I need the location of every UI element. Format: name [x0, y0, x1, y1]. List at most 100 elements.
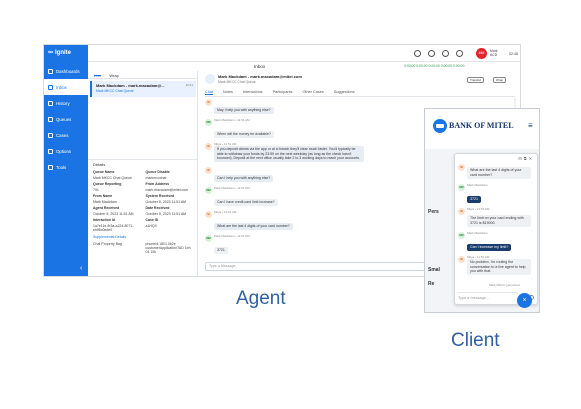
chat-property-row: Chat Property Bag phoneId:1801 0b2e cust… [93, 242, 193, 254]
detail-value: October 5, 2023 11:51 AM [145, 200, 187, 204]
headset-icon[interactable] [428, 50, 435, 57]
chat-message: M What are the last 4 digits of your card… [458, 163, 534, 181]
tab-participants[interactable]: Participants [273, 90, 293, 95]
nav-options[interactable]: Options [44, 143, 88, 159]
brand-name: Ignite [55, 50, 71, 56]
message-text: May I help you with anything else? [214, 107, 274, 114]
detail-value: October 5, 2023 11:51 AM [145, 212, 187, 216]
sender-avatar: M [205, 99, 212, 106]
nav-dashboards[interactable]: Dashboards [44, 63, 88, 79]
close-chat-button[interactable]: × [517, 293, 532, 308]
collapse-sidebar-icon[interactable]: ‹ [80, 265, 82, 272]
detail-value: October 5, 2023 11:51 AM [93, 212, 134, 216]
conversation-name: Mark Mackdam - mark.macadam@... [96, 83, 165, 88]
conversation-time: 12:41 [185, 83, 193, 87]
page-text-fragment: Smal [428, 267, 440, 273]
detail-label: Date Received [145, 206, 170, 210]
detail-label: Queue Reporting [93, 182, 122, 186]
message-text: The limit on your card ending with 3721 … [467, 215, 531, 227]
agent-caption: Agent [236, 288, 286, 309]
message-meta: Mark Mackdam [467, 231, 488, 235]
nav-history[interactable]: History [44, 95, 88, 111]
widget-message-input[interactable]: Type a message... [458, 292, 518, 302]
details-grid: Queue Name Queue Disable Mark MKCC Chat Qu… [93, 170, 193, 232]
message-meta: Mark Mackdam [467, 183, 488, 187]
nav-label: Tools [56, 164, 67, 170]
detail-label: Agent Received [93, 206, 120, 210]
tab-live[interactable]: Live [94, 73, 102, 78]
list-tabs: Live Wrap [88, 71, 197, 79]
message-text: Can I have credit card limit increase? [214, 199, 278, 206]
detail-label: From Address [145, 182, 170, 186]
sender-avatar: M [205, 143, 212, 150]
chat-message-input[interactable]: Type a Message... [205, 262, 425, 271]
tools-icon [48, 164, 53, 170]
top-bar: MM Mark ACD 02:48 [88, 45, 520, 62]
notification-icon[interactable] [442, 50, 449, 57]
detail-label: Queue Name [93, 170, 115, 174]
history-icon [48, 100, 53, 106]
detail-label: Queue Disable [145, 170, 170, 174]
user-status: ACD [490, 53, 498, 57]
customer-avatar [205, 74, 215, 84]
nav-cases[interactable]: Cases [44, 127, 88, 143]
chat-message: M Mitya • 11:51 AM The limit on your card … [458, 207, 534, 229]
nav-tools[interactable]: Tools [44, 159, 88, 175]
bank-header: BANK OF MITEL ≡ [425, 109, 539, 149]
message-text: Can I help you with anything else? [214, 175, 274, 182]
nav-queues[interactable]: Queues [44, 111, 88, 127]
message-text: If you deposit clients via the app or at… [214, 146, 364, 162]
page-text-fragment: Re [428, 281, 435, 287]
tab-wrap[interactable]: Wrap [109, 73, 118, 78]
wrap-button[interactable]: Wrap [493, 77, 507, 83]
message-text: 3721 [467, 196, 481, 203]
inbox-icon [48, 84, 53, 90]
client-window: BANK OF MITEL ≡ Pers Smal Re ⊟⧉✕ M What a… [424, 108, 540, 313]
supplemental-details-link[interactable]: Supplemental Details [93, 235, 193, 239]
detail-value: 1a7e11e-fb3a-a224-8071-ebff5c0ede0 [93, 224, 134, 232]
chat-message: MM Mark Mackdam 3721 [458, 183, 534, 205]
detail-value: Mark Mackdam [93, 200, 117, 204]
sender-avatar: M [205, 211, 212, 218]
user-avatar[interactable]: MM [476, 48, 487, 59]
detail-value: mark.macadam@mitel.com [145, 188, 189, 192]
message-text: What are the last 4 digits of your card … [214, 223, 293, 230]
conversation-queue: Mark MKCC Chat Queue [96, 89, 134, 93]
detail-label: Case ID [145, 218, 159, 222]
detail-value: markmccchat [145, 176, 167, 180]
nav-inbox[interactable]: Inbox [44, 79, 88, 95]
sender-avatar: MM [458, 184, 465, 191]
close-icon[interactable]: ✕ [529, 156, 534, 161]
sender-avatar: MM [458, 232, 465, 239]
brand-logo: ∞ Ignite [48, 49, 71, 56]
nav-label: Inbox [56, 84, 67, 90]
phone-icon[interactable] [456, 50, 463, 57]
tab-interactions[interactable]: Interactions [243, 90, 263, 95]
tab-other-cases[interactable]: Other Cases [302, 90, 323, 95]
tab-chat[interactable]: Chat [205, 90, 214, 95]
tab-notes[interactable]: Notes [223, 90, 233, 95]
nav-label: Dashboards [56, 68, 80, 74]
detail-value: 791 [93, 188, 99, 192]
dashboard-icon [48, 68, 53, 74]
conversation-card[interactable]: Mark Mackdam - mark.macadam@... Mark MKC… [90, 81, 196, 97]
sender-avatar: M [458, 164, 465, 171]
page-text-fragment: Pers [428, 209, 439, 215]
widget-controls: ⊟⧉✕ [518, 156, 534, 161]
property-key: Chat Property Bag [93, 242, 122, 246]
clock: 02:48 [509, 52, 518, 56]
options-icon [48, 148, 53, 154]
property-value: phoneId:1801 0b2e customerApplicationTAD… [145, 242, 191, 254]
transfer-button[interactable]: Transfer [467, 77, 485, 83]
menu-icon[interactable]: ≡ [528, 121, 533, 130]
message-text: What are the last 4 digits of your card … [467, 167, 531, 179]
nav-label: Options [56, 148, 72, 154]
nav-label: Queues [56, 116, 72, 122]
client-caption: Client [451, 330, 500, 351]
message-text: No problem, I'm routing the conversation… [467, 259, 531, 275]
settings-icon[interactable] [414, 50, 421, 57]
nav-label: Cases [56, 132, 69, 138]
chat-widget: ⊟⧉✕ M What are the last 4 digits of your … [454, 153, 538, 305]
message-meta: Mitya • 11:51 AM [467, 207, 490, 211]
tab-suggestions[interactable]: Suggestions [334, 90, 355, 95]
